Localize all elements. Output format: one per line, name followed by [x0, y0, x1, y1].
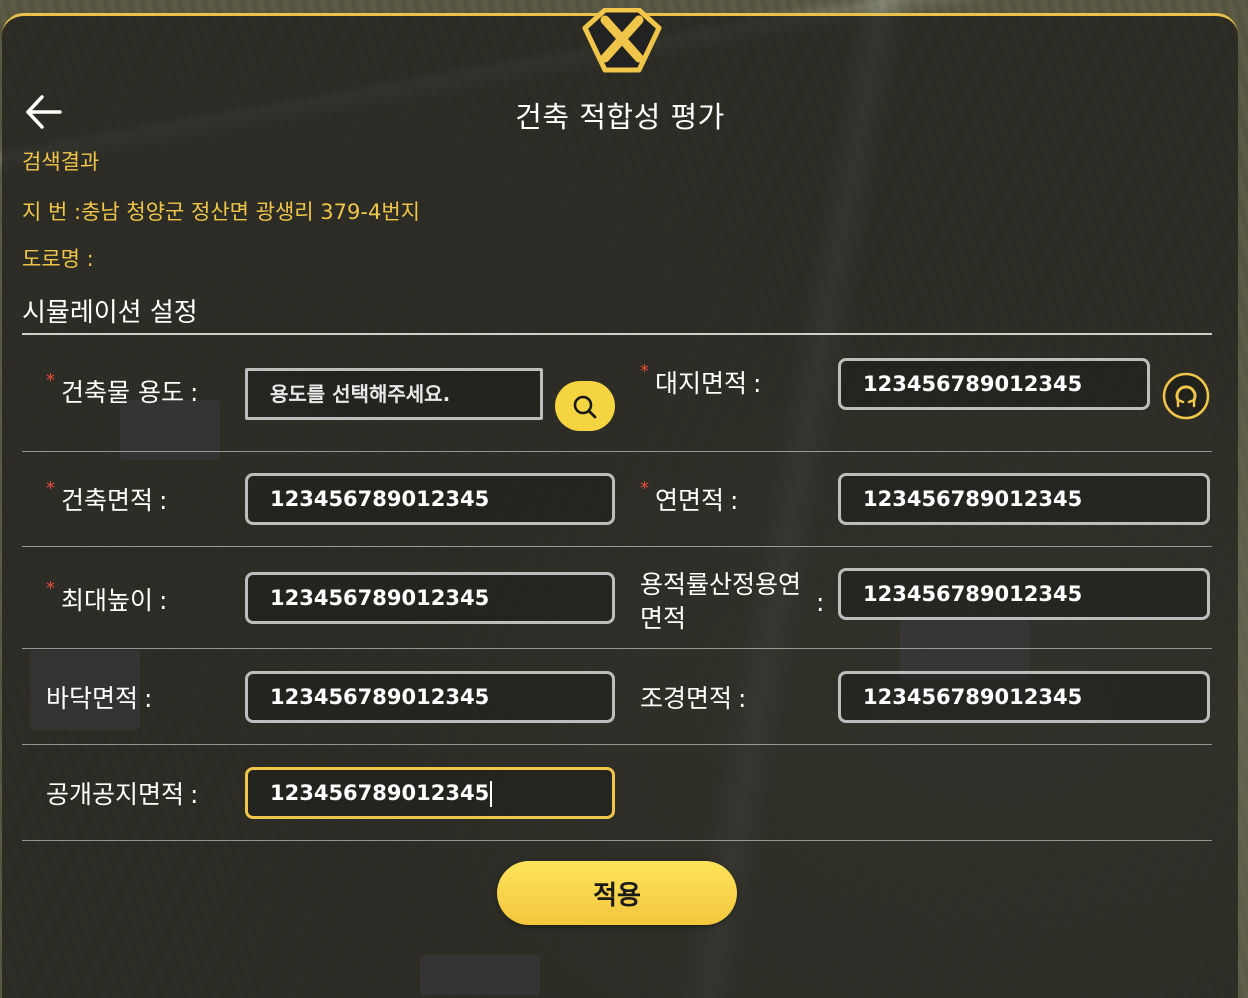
required-mark: *	[46, 478, 55, 499]
max-height-input[interactable]: 123456789012345	[245, 572, 615, 624]
row-divider	[22, 840, 1212, 841]
site-area-label: * 대지면적:	[640, 361, 762, 398]
far-floor-area-label: 용적률산정용연 면적	[640, 570, 802, 633]
evaluation-panel: 건축 적합성 평가 검색결과 지 번 :충남 청양군 정산면 광생리 379-4…	[2, 8, 1238, 998]
far-floor-area-input[interactable]: 123456789012345	[838, 568, 1210, 620]
gross-floor-area-label: * 연면적:	[640, 478, 739, 515]
required-mark: *	[46, 578, 55, 599]
building-use-search-button[interactable]	[555, 381, 615, 431]
road-name-label: 도로명 :	[22, 247, 94, 271]
building-use-select[interactable]: 용도를 선택해주세요.	[245, 368, 543, 420]
building-use-placeholder: 용도를 선택해주세요.	[270, 382, 451, 406]
row-divider	[22, 744, 1212, 745]
section-divider	[22, 333, 1212, 335]
far-floor-area-colon: :	[816, 588, 825, 617]
apply-button[interactable]: 적용	[497, 861, 737, 925]
max-height-label: * 최대높이:	[46, 578, 168, 615]
building-use-label: * 건축물 용도:	[46, 370, 199, 407]
floor-area-label: 바닥면적:	[46, 684, 153, 713]
landscape-area-label: 조경면적:	[640, 684, 747, 713]
row-divider	[22, 451, 1212, 452]
open-space-area-label: 공개공지면적:	[46, 780, 199, 809]
building-area-label: * 건축면적:	[46, 478, 168, 515]
search-icon	[573, 395, 597, 419]
open-space-area-input[interactable]: 123456789012345	[245, 767, 615, 819]
simulation-settings-heading: 시뮬레이션 설정	[22, 298, 198, 328]
road-name-line: 도로명 :	[22, 243, 94, 273]
close-x-icon[interactable]	[575, 8, 669, 78]
gross-floor-area-input[interactable]: 123456789012345	[838, 473, 1210, 525]
floor-area-input[interactable]: 123456789012345	[245, 671, 615, 723]
lot-number-value: 충남 청양군 정산면 광생리 379-4번지	[81, 200, 420, 224]
site-area-input[interactable]: 123456789012345	[838, 358, 1150, 410]
row-divider	[22, 648, 1212, 649]
required-mark: *	[640, 478, 649, 499]
required-mark: *	[46, 370, 55, 391]
text-cursor	[490, 781, 493, 807]
landscape-area-input[interactable]: 123456789012345	[838, 671, 1210, 723]
refresh-icon[interactable]	[1162, 372, 1210, 420]
search-result-heading: 검색결과	[22, 150, 100, 174]
page-title: 건축 적합성 평가	[515, 100, 725, 134]
building-area-input[interactable]: 123456789012345	[245, 473, 615, 525]
required-mark: *	[640, 361, 649, 382]
lot-number-line: 지 번 :충남 청양군 정산면 광생리 379-4번지	[22, 196, 420, 226]
row-divider	[22, 546, 1212, 547]
lot-number-label: 지 번 :	[22, 200, 82, 224]
